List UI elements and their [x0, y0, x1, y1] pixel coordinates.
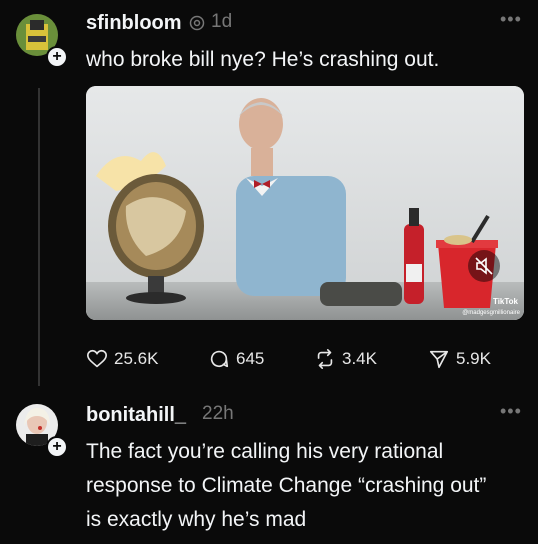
reply-text-line-2: response to Climate Change “crashing out… [86, 474, 487, 497]
post-actions: 25.6K 645 3.4K 5.9K [86, 346, 516, 372]
reply-button[interactable]: 645 [208, 346, 264, 372]
thread-post: + sfinbloom 1d ••• who broke bill nye? H… [0, 0, 538, 390]
repost-icon [317, 349, 333, 369]
video-player[interactable]: TikTok @madgesgmillionaire [86, 86, 524, 320]
repost-count: 3.4K [342, 349, 377, 368]
reply-text-line-3: is exactly why he’s mad [86, 508, 307, 531]
share-count: 5.9K [456, 349, 491, 368]
reply-count: 645 [236, 349, 265, 368]
post-text: who broke bill nye? He’s crashing out. [86, 48, 440, 71]
reply-text-line-1: The fact you’re calling his very rationa… [86, 440, 444, 463]
send-icon [429, 350, 449, 369]
repost-button[interactable]: 3.4K [314, 346, 377, 372]
more-icon[interactable]: ••• [500, 401, 522, 422]
follow-plus-icon[interactable]: + [46, 46, 68, 68]
video-frame [86, 86, 524, 320]
muted-speaker-icon[interactable] [468, 250, 500, 282]
more-icon[interactable]: ••• [500, 9, 522, 30]
thread-line [38, 88, 40, 386]
threads-icon [189, 15, 205, 31]
tiktok-watermark: TikTok [492, 297, 518, 306]
like-count: 25.6K [114, 349, 159, 368]
tiktok-handle: @madgesgmillionaire [462, 310, 520, 316]
comment-icon [210, 350, 229, 368]
reply-username[interactable]: bonitahill_ [86, 404, 186, 427]
post-time: 1d [211, 11, 233, 32]
post-username[interactable]: sfinbloom [86, 12, 182, 35]
follow-plus-icon[interactable]: + [46, 436, 68, 458]
share-button[interactable]: 5.9K [428, 346, 491, 372]
like-button[interactable]: 25.6K [86, 346, 158, 372]
reply-time: 22h [202, 403, 234, 424]
heart-icon [87, 349, 107, 368]
reply-post: + bonitahill_ 22h ••• The fact you’re ca… [0, 390, 538, 544]
